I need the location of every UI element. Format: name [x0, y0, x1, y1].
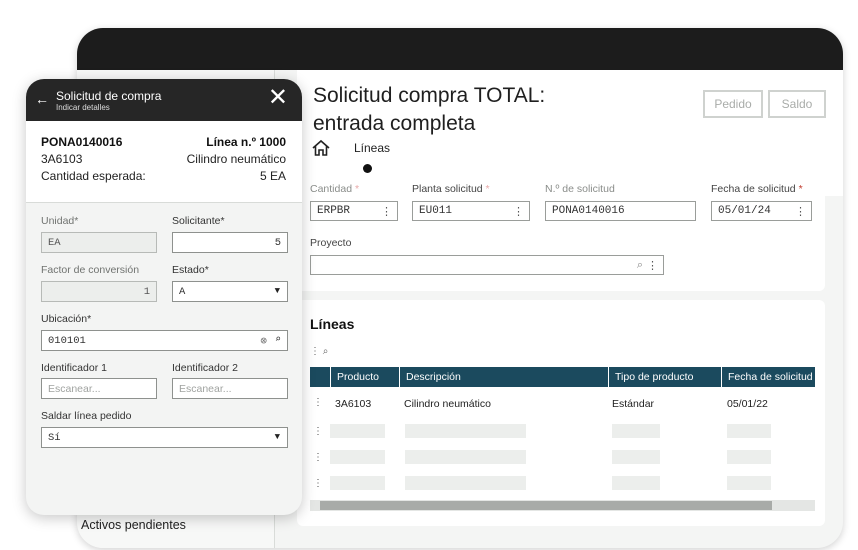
page-title-line-1: Solicitud compra TOTAL:: [313, 84, 546, 107]
more-icon[interactable]: ⋮: [381, 205, 392, 218]
search-icon[interactable]: ⌕: [637, 259, 643, 272]
proyecto-label: Proyecto: [310, 237, 352, 249]
column-header[interactable]: Descripción: [399, 367, 609, 387]
lines-card: Líneas ⋮ ⌕ Producto Descripción Tipo de …: [297, 300, 825, 526]
more-icon[interactable]: ⋮: [310, 346, 320, 357]
table-header: Producto Descripción Tipo de producto Fe…: [310, 367, 815, 387]
panel-subtitle: Indicar detalles: [56, 103, 110, 112]
more-icon[interactable]: ⋮: [313, 478, 323, 489]
scrollbar-thumb[interactable]: [320, 501, 772, 510]
unidad-label: Unidad*: [41, 215, 79, 227]
saldo-button[interactable]: Saldo: [768, 90, 826, 118]
tab-lineas[interactable]: Líneas: [354, 141, 390, 155]
more-icon[interactable]: ⋮: [313, 397, 323, 408]
unidad-field: EA: [41, 232, 157, 253]
detail-panel: ← Solicitud de compra Indicar detalles ✕…: [26, 79, 302, 515]
order-id: PONA0140016: [41, 135, 123, 149]
fecha-label: Fecha de solicitud *: [711, 183, 803, 195]
column-header[interactable]: Tipo de producto: [608, 367, 720, 387]
home-icon[interactable]: [311, 138, 331, 158]
column-header[interactable]: Producto: [330, 367, 403, 387]
more-icon[interactable]: ⋮: [795, 205, 806, 218]
num-solicitud-field[interactable]: PONA0140016: [545, 201, 696, 221]
line-summary: PONA0140016 Línea n.º 1000 3A6103 Cilind…: [26, 121, 302, 203]
table-tools: ⋮ ⌕: [310, 346, 328, 357]
clear-icon[interactable]: ⊗: [260, 334, 267, 348]
horizontal-scrollbar[interactable]: [310, 500, 815, 511]
solicitante-field[interactable]: 5: [172, 232, 288, 253]
saldar-select[interactable]: Sí ▼: [41, 427, 288, 448]
num-solicitud-label: N.º de solicitud: [545, 183, 615, 195]
cell-fecha: 05/01/22: [727, 398, 768, 410]
panel-title: Solicitud de compra: [56, 89, 162, 103]
fecha-field[interactable]: 05/01/24 ⋮: [711, 201, 812, 221]
ubicacion-label: Ubicación*: [41, 313, 92, 325]
close-icon[interactable]: ✕: [268, 86, 288, 110]
estado-select[interactable]: A ▼: [172, 281, 288, 302]
expected-qty-label: Cantidad esperada:: [41, 169, 146, 183]
header-form-card: Cantidad * ERPBR ⋮ Planta solicitud * EU0…: [297, 173, 825, 291]
product-description: Cilindro neumático: [186, 152, 286, 166]
proyecto-field[interactable]: ⌕ ⋮: [310, 255, 664, 275]
expected-qty-value: 5 EA: [259, 169, 286, 183]
cell-descripcion: Cilindro neumático: [404, 398, 491, 410]
pedido-button[interactable]: Pedido: [703, 90, 763, 118]
tab-active-indicator: [363, 164, 372, 173]
lines-title: Líneas: [310, 316, 355, 332]
id2-field[interactable]: Escanear...: [172, 378, 288, 399]
column-header[interactable]: Fecha de solicitud: [721, 367, 815, 387]
search-icon[interactable]: ⌕: [275, 334, 281, 346]
more-icon[interactable]: ⋮: [647, 259, 658, 272]
product-code: 3A6103: [41, 152, 83, 166]
planta-field[interactable]: EU011 ⋮: [412, 201, 530, 221]
factor-label: Factor de conversión: [41, 264, 140, 276]
cell-producto: 3A6103: [335, 398, 372, 410]
ubicacion-field[interactable]: 010101 ⊗ ⌕: [41, 330, 288, 351]
caret-down-icon: ▼: [274, 286, 280, 296]
more-icon[interactable]: ⋮: [513, 205, 524, 218]
id1-label: Identificador 1: [41, 362, 107, 374]
caret-down-icon: ▼: [274, 432, 280, 442]
estado-label: Estado*: [172, 264, 209, 276]
nav-item-activos-pendientes[interactable]: Activos pendientes: [81, 518, 186, 532]
saldar-label: Saldar línea pedido: [41, 410, 132, 422]
panel-header: ← Solicitud de compra Indicar detalles ✕: [26, 79, 302, 121]
search-icon[interactable]: ⌕: [323, 346, 329, 357]
id2-label: Identificador 2: [172, 362, 238, 374]
cantidad-label: Cantidad *: [310, 183, 360, 195]
page-title-line-2: entrada completa: [313, 112, 476, 135]
solicitante-label: Solicitante*: [172, 215, 225, 227]
back-arrow-icon[interactable]: ←: [35, 91, 49, 107]
cantidad-field[interactable]: ERPBR ⋮: [310, 201, 398, 221]
more-icon[interactable]: ⋮: [313, 452, 323, 463]
page-title: Solicitud compra TOTAL: entrada completa: [313, 82, 613, 138]
cell-tipo: Estándar: [612, 398, 655, 410]
line-number: Línea n.º 1000: [206, 135, 286, 149]
id1-field[interactable]: Escanear...: [41, 378, 157, 399]
planta-label: Planta solicitud *: [412, 183, 490, 195]
top-bar: [77, 28, 843, 70]
more-icon[interactable]: ⋮: [313, 426, 323, 437]
factor-field: 1: [41, 281, 157, 302]
